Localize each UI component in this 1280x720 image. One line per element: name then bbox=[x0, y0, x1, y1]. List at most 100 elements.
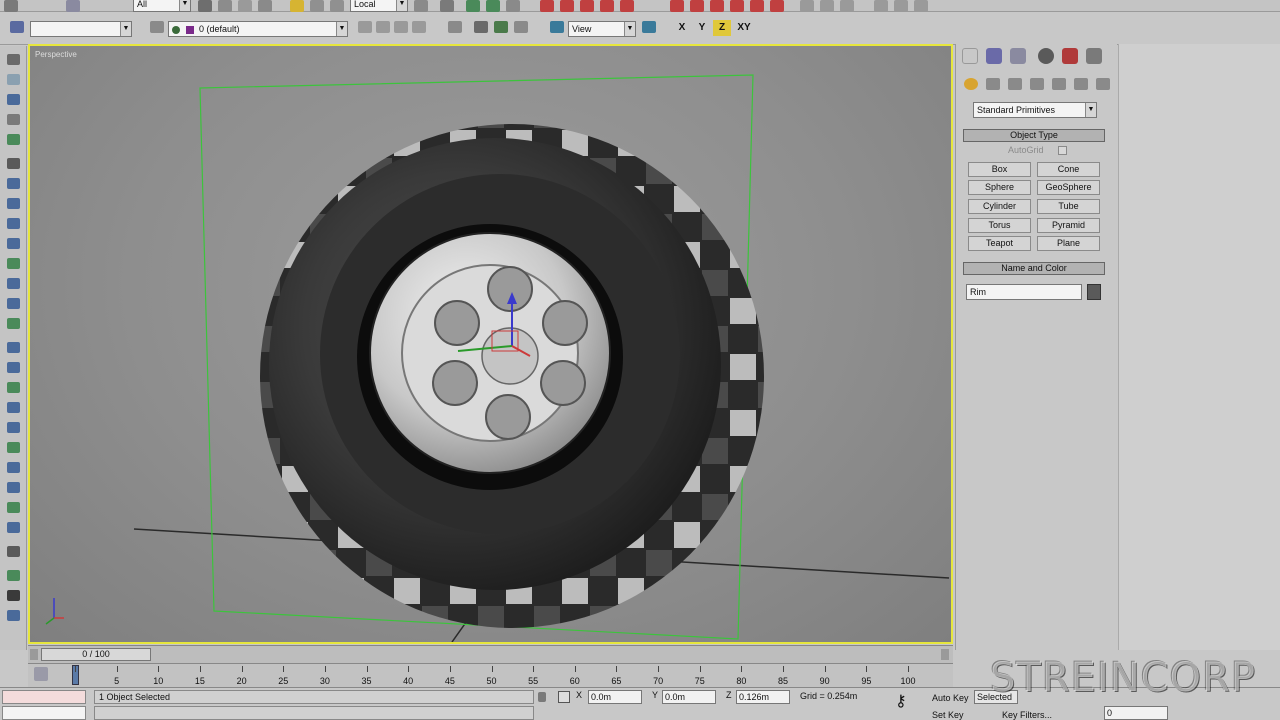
category-combo[interactable]: Standard Primitives ▼ bbox=[973, 102, 1097, 118]
tool-icon[interactable] bbox=[7, 342, 20, 353]
camera-icon[interactable] bbox=[894, 0, 908, 12]
axis-z-button[interactable]: Z bbox=[713, 20, 731, 36]
hierarchy-tab-icon[interactable] bbox=[1010, 48, 1026, 64]
select-by-name-icon[interactable] bbox=[218, 0, 232, 12]
hierarchy-icon[interactable] bbox=[820, 0, 834, 12]
named-selection-icon[interactable] bbox=[10, 21, 24, 33]
pin-icon[interactable] bbox=[840, 0, 854, 12]
angle-snap-icon[interactable] bbox=[486, 0, 500, 12]
move-icon[interactable] bbox=[290, 0, 304, 12]
select-in-layer-icon[interactable] bbox=[394, 21, 408, 33]
object-type-rollout[interactable]: Object Type bbox=[963, 129, 1105, 142]
helpers-icon[interactable] bbox=[1052, 78, 1066, 90]
named-selection-combo[interactable]: ▼ bbox=[30, 21, 132, 37]
snap-toggle-icon[interactable] bbox=[466, 0, 480, 12]
absolute-mode-icon[interactable] bbox=[558, 691, 570, 703]
maxscript-input[interactable] bbox=[2, 706, 86, 720]
torus-button[interactable]: Torus bbox=[968, 218, 1031, 233]
rotate-icon[interactable] bbox=[310, 0, 324, 12]
plane-button[interactable]: Plane bbox=[1037, 236, 1100, 251]
track-bar-menu-icon[interactable] bbox=[34, 667, 48, 681]
set-current-layer-icon[interactable] bbox=[412, 21, 426, 33]
tool-icon[interactable] bbox=[7, 482, 20, 493]
geometry-icon[interactable] bbox=[964, 78, 978, 90]
prev-frame-icon[interactable] bbox=[30, 649, 38, 660]
tool-icon[interactable] bbox=[7, 442, 20, 453]
select-manipulate-icon[interactable] bbox=[440, 0, 454, 12]
curve-editor-icon[interactable] bbox=[600, 0, 614, 12]
y-coordinate-input[interactable]: 0.0m bbox=[662, 690, 716, 704]
layer-manager-icon[interactable] bbox=[580, 0, 594, 12]
view-combo[interactable]: View ▼ bbox=[568, 21, 636, 37]
bind-icon[interactable] bbox=[66, 0, 80, 12]
tool-icon[interactable] bbox=[7, 362, 20, 373]
create-tab-icon[interactable] bbox=[962, 48, 978, 64]
scale-icon[interactable] bbox=[330, 0, 344, 12]
region-select-icon[interactable] bbox=[238, 0, 252, 12]
layer-properties-icon[interactable] bbox=[150, 21, 164, 33]
name-and-color-rollout[interactable]: Name and Color bbox=[963, 262, 1105, 275]
tool-icon[interactable] bbox=[7, 114, 20, 125]
window-crossing-icon[interactable] bbox=[258, 0, 272, 12]
object-color-swatch[interactable] bbox=[1087, 284, 1101, 300]
render-setup-icon[interactable] bbox=[690, 0, 704, 12]
percent-snap-icon[interactable] bbox=[506, 0, 520, 12]
material-editor-icon[interactable] bbox=[670, 0, 684, 12]
create-layer-icon[interactable] bbox=[358, 21, 372, 33]
geosphere-button[interactable]: GeoSphere bbox=[1037, 180, 1100, 195]
object-name-input[interactable]: Rim bbox=[966, 284, 1082, 300]
display-tab-icon[interactable] bbox=[1062, 48, 1078, 64]
modify-tab-icon[interactable] bbox=[986, 48, 1002, 64]
axis-x-button[interactable]: X bbox=[673, 20, 691, 36]
perspective-viewport[interactable]: Perspective bbox=[28, 44, 953, 644]
tool-icon[interactable] bbox=[7, 318, 20, 329]
tool-icon[interactable] bbox=[7, 382, 20, 393]
mirror-icon[interactable] bbox=[540, 0, 554, 12]
list-icon[interactable] bbox=[474, 21, 488, 33]
maxscript-listener[interactable] bbox=[2, 690, 86, 704]
auto-key-button[interactable]: Auto Key bbox=[932, 693, 969, 703]
next-frame-icon[interactable] bbox=[941, 649, 949, 660]
tool-icon[interactable] bbox=[7, 74, 20, 85]
lights-icon[interactable] bbox=[1008, 78, 1022, 90]
utilities-tab-icon[interactable] bbox=[1086, 48, 1102, 64]
sphere-button[interactable]: Sphere bbox=[968, 180, 1031, 195]
tool-icon[interactable] bbox=[7, 94, 20, 105]
pyramid-button[interactable]: Pyramid bbox=[1037, 218, 1100, 233]
align-icon[interactable] bbox=[560, 0, 574, 12]
tool-icon[interactable] bbox=[7, 238, 20, 249]
axis-xy-button[interactable]: XY bbox=[733, 20, 755, 36]
motion-tab-icon[interactable] bbox=[1038, 48, 1054, 64]
current-frame-input[interactable]: 0 bbox=[1104, 706, 1168, 720]
shapes-icon[interactable] bbox=[986, 78, 1000, 90]
tool-icon[interactable] bbox=[7, 502, 20, 513]
toggle-icon[interactable] bbox=[642, 21, 656, 33]
render-frame-icon[interactable] bbox=[710, 0, 724, 12]
tool-icon[interactable] bbox=[7, 258, 20, 269]
tool-icon[interactable] bbox=[7, 134, 20, 145]
tool-icon[interactable] bbox=[7, 158, 20, 169]
reference-coordinate-combo[interactable]: Local ▼ bbox=[350, 0, 408, 12]
light-icon[interactable] bbox=[914, 0, 928, 12]
space-warps-icon[interactable] bbox=[1074, 78, 1088, 90]
key-icon[interactable]: ⚷ bbox=[895, 694, 907, 710]
layer-toggle-icon[interactable] bbox=[494, 21, 508, 33]
tool-icon[interactable] bbox=[7, 54, 20, 65]
track-bar[interactable]: 5 10 15 20 25 30 35 40 45 50 55 60 65 70 75 80 85 90 95 100 bbox=[28, 663, 953, 687]
layer-combo[interactable]: 0 (default) ▼ bbox=[168, 21, 348, 37]
cone-button[interactable]: Cone bbox=[1037, 162, 1100, 177]
explorer-icon[interactable] bbox=[514, 21, 528, 33]
autogrid-checkbox[interactable] bbox=[1058, 146, 1067, 155]
graphite-tools-icon[interactable] bbox=[448, 21, 462, 33]
select-link-icon[interactable] bbox=[4, 0, 18, 12]
teapot-button[interactable]: Teapot bbox=[968, 236, 1031, 251]
add-to-layer-icon[interactable] bbox=[376, 21, 390, 33]
tube-button[interactable]: Tube bbox=[1037, 199, 1100, 214]
tool-icon[interactable] bbox=[7, 278, 20, 289]
systems-icon[interactable] bbox=[1096, 78, 1110, 90]
tool-icon[interactable] bbox=[7, 298, 20, 309]
cameras-icon[interactable] bbox=[1030, 78, 1044, 90]
axis-y-button[interactable]: Y bbox=[693, 20, 711, 36]
tool-icon[interactable] bbox=[7, 610, 20, 621]
viewport-icon[interactable] bbox=[874, 0, 888, 12]
